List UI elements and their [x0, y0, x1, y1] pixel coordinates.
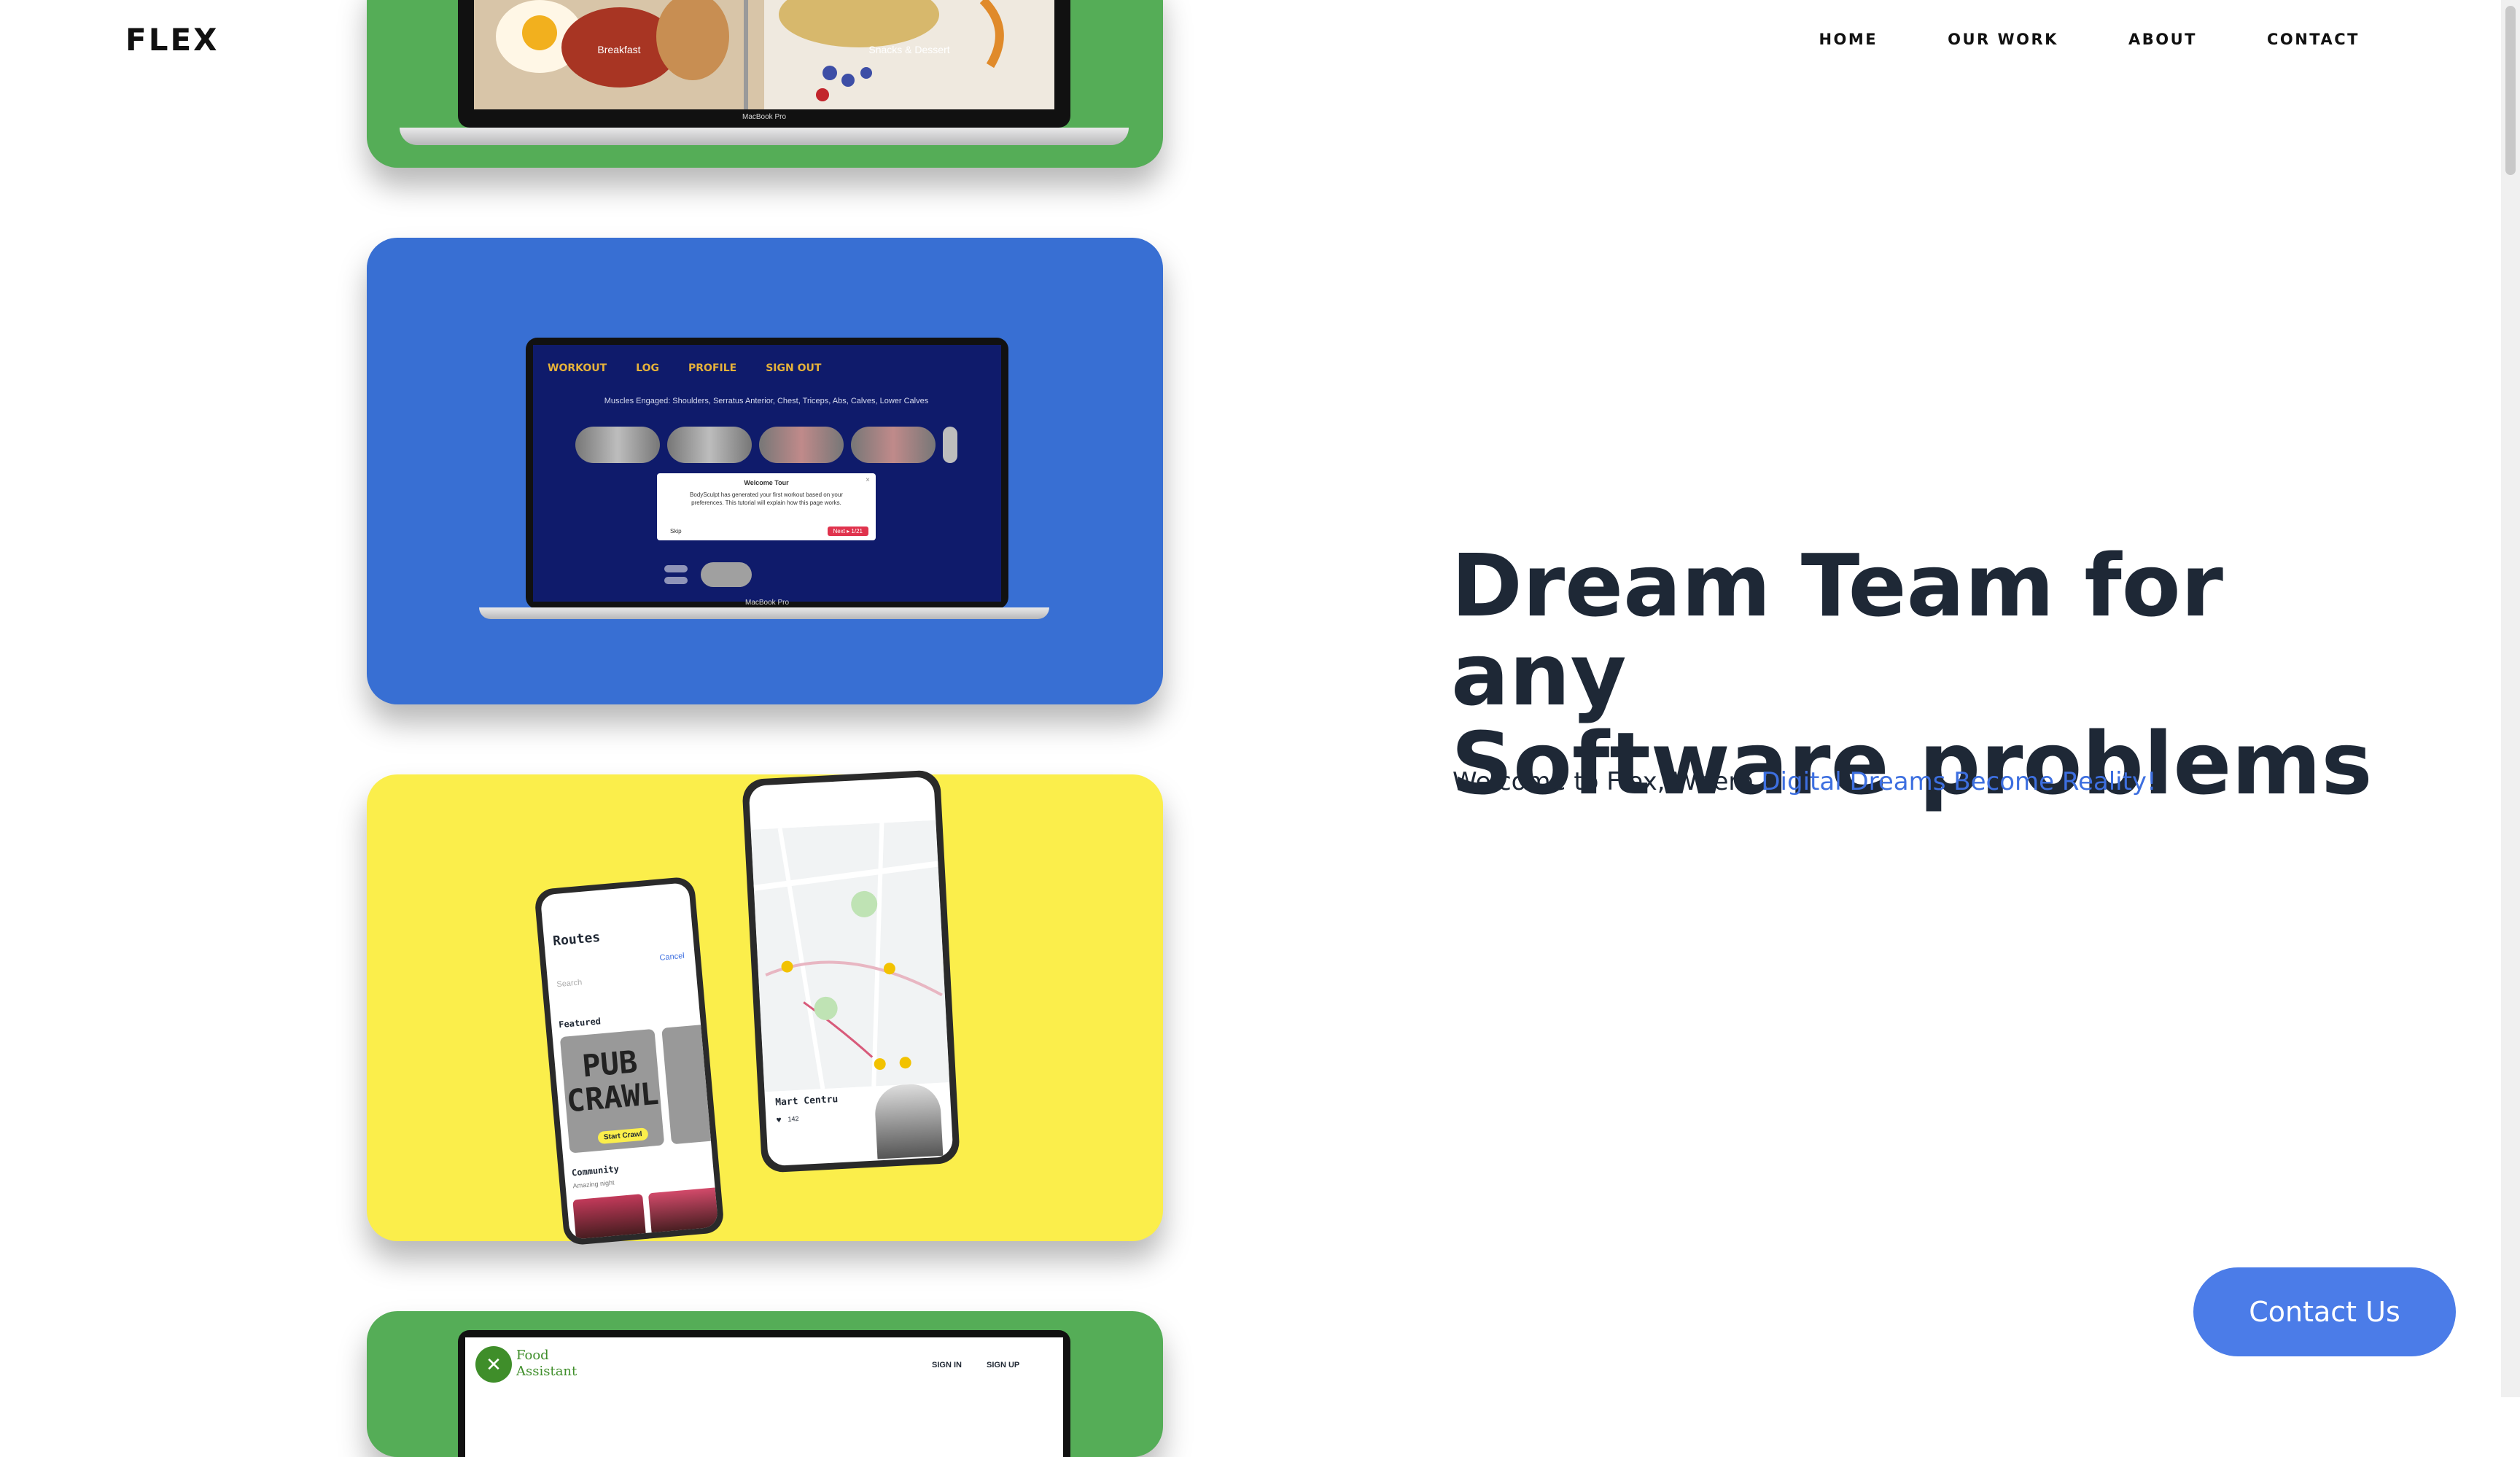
heart-icon: ♥	[776, 1114, 782, 1125]
featured-tile	[661, 1023, 719, 1145]
hero-title-line2: Software problems	[1451, 713, 2373, 814]
list-item	[664, 577, 688, 584]
welcome-tour-dialog: × Welcome Tour BodySculpt has generated …	[657, 473, 876, 540]
laptop-screen: Breakfast Snacks & Dessert MacBook Pro	[458, 0, 1070, 128]
exercise-thumb	[667, 427, 752, 463]
routes-featured: Featured	[558, 1016, 602, 1030]
food-assistant-screen: ✕ Food Assistant SIGN IN SIGN UP	[465, 1337, 1063, 1457]
dialog-skip-button[interactable]: Skip	[670, 528, 682, 535]
nav-home[interactable]: HOME	[1819, 31, 1878, 48]
workout-list	[664, 562, 883, 591]
food-tile-right: Snacks & Dessert	[764, 0, 1054, 109]
list-item	[701, 562, 752, 587]
laptop-label: MacBook Pro	[744, 599, 790, 607]
brand-logo[interactable]: FLEX	[125, 22, 219, 58]
phone-left: Routes Search Cancel Featured PUB CRAWL …	[534, 876, 725, 1246]
place-name: Mart Centru	[774, 1094, 839, 1108]
scrollbar-thumb[interactable]	[2505, 6, 2516, 175]
portfolio-card-food-assistant[interactable]: ✕ Food Assistant SIGN IN SIGN UP	[367, 1311, 1163, 1457]
community-tile	[572, 1194, 647, 1240]
routes-cancel: Cancel	[659, 951, 685, 963]
workout-nav-profile: PROFILE	[688, 362, 737, 374]
food-tile-left-label: Breakfast	[597, 44, 641, 55]
routes-search: Search	[556, 978, 583, 990]
nav-our-work[interactable]: OUR WORK	[1948, 31, 2058, 48]
food-assistant-brand-line1: Food	[516, 1348, 549, 1363]
map-view[interactable]	[750, 820, 950, 1092]
dialog-close-icon[interactable]: ×	[866, 476, 870, 484]
exercise-thumb	[851, 427, 936, 463]
laptop-screen: ✕ Food Assistant SIGN IN SIGN UP	[458, 1330, 1070, 1457]
main-nav: HOME OUR WORK ABOUT CONTACT	[1819, 31, 2360, 48]
routes-community-sub: Amazing night	[572, 1178, 615, 1190]
nav-about[interactable]: ABOUT	[2128, 31, 2197, 48]
person-avatar	[874, 1082, 944, 1159]
workout-nav: WORKOUT LOG PROFILE SIGN OUT	[548, 362, 821, 374]
food-assistant-sign-up[interactable]: SIGN UP	[987, 1361, 1019, 1369]
scrollbar-track[interactable]	[2501, 0, 2520, 1397]
workout-nav-log: LOG	[636, 362, 659, 374]
community-tile	[648, 1187, 719, 1238]
laptop-base	[479, 607, 1049, 619]
workout-screen-content: WORKOUT LOG PROFILE SIGN OUT Muscles Eng…	[533, 345, 1001, 602]
hero-subtitle: Welcome to Flex, Where Digital Dreams Be…	[1452, 767, 2157, 796]
food-tile-left: Breakfast	[474, 0, 764, 109]
hero-subtitle-highlight: Digital Dreams Become Reality!	[1761, 767, 2157, 796]
hero-subtitle-prefix: Welcome to Flex, Where	[1452, 767, 1762, 796]
hero-title-line1: Dream Team for any	[1451, 535, 2223, 725]
phone-right: Mart Centru ♥ 142	[742, 769, 960, 1173]
food-assistant-brand-line2: Assistant	[516, 1364, 578, 1379]
portfolio-card-workout[interactable]: WORKOUT LOG PROFILE SIGN OUT Muscles Eng…	[367, 238, 1163, 704]
food-tile-right-label: Snacks & Dessert	[868, 44, 950, 55]
routes-title: Routes	[552, 929, 602, 949]
food-screen-content: Breakfast Snacks & Dessert	[474, 0, 1054, 109]
dialog-body: BodySculpt has generated your first work…	[690, 492, 843, 506]
exercise-thumb	[943, 427, 957, 463]
laptop-label: MacBook Pro	[742, 113, 787, 121]
portfolio-card-food-top[interactable]: Breakfast Snacks & Dessert MacBook Pro	[367, 0, 1163, 168]
list-item	[664, 565, 688, 572]
likes-count: 142	[788, 1115, 799, 1123]
laptop-screen: WORKOUT LOG PROFILE SIGN OUT Muscles Eng…	[526, 338, 1008, 609]
routes-community: Community	[571, 1163, 620, 1178]
workout-nav-signout: SIGN OUT	[766, 362, 822, 374]
contact-us-button[interactable]: Contact Us	[2193, 1267, 2456, 1356]
food-assistant-sign-in[interactable]: SIGN IN	[932, 1361, 962, 1369]
nav-contact[interactable]: CONTACT	[2267, 31, 2360, 48]
muscles-text: Muscles Engaged: Shoulders, Serratus Ant…	[604, 397, 929, 405]
phone-left-screen: Routes Search Cancel Featured PUB CRAWL …	[540, 882, 719, 1240]
workout-nav-workout: WORKOUT	[548, 362, 607, 374]
exercise-thumb	[575, 427, 660, 463]
dialog-next-button[interactable]: Next ▸ 1/21	[827, 527, 868, 536]
exercise-row	[575, 427, 957, 463]
food-assistant-logo-icon: ✕	[475, 1346, 512, 1383]
portfolio-card-routes[interactable]: Routes Search Cancel Featured PUB CRAWL …	[367, 769, 1163, 1246]
laptop-base	[400, 128, 1129, 145]
phone-right-screen: Mart Centru ♥ 142	[748, 776, 954, 1167]
exercise-thumb	[759, 427, 844, 463]
dialog-title: Welcome Tour	[744, 479, 789, 486]
